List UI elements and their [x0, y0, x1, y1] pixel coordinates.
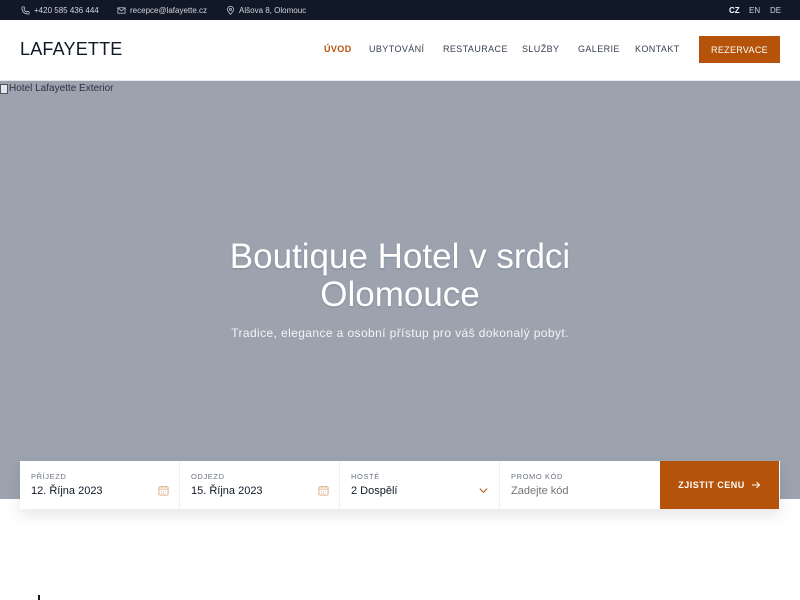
booking-bar: PŘÍJEZD 12. Října 2023 ODJEZD 15. Října …	[20, 461, 780, 509]
top-info-bar: +420 585 436 444 recepce@lafayette.cz Al…	[0, 0, 800, 20]
mail-icon	[117, 6, 126, 14]
departure-label: ODJEZD	[191, 472, 225, 481]
nav-ubytovani[interactable]: UBYTOVÁNÍ	[369, 44, 424, 54]
lang-en[interactable]: EN	[749, 0, 760, 20]
promo-code-input[interactable]	[511, 485, 641, 497]
guests-label: HOSTÉ	[351, 472, 380, 481]
nav-uvod[interactable]: ÚVOD	[324, 44, 352, 54]
email-address: recepce@lafayette.cz	[130, 5, 208, 15]
phone-contact[interactable]: +420 585 436 444	[21, 0, 99, 20]
hero-subtitle: Tradice, elegance a osobní přístup pro v…	[231, 326, 569, 340]
departure-date-field[interactable]: ODJEZD 15. Října 2023	[180, 461, 340, 509]
guests-select[interactable]: HOSTÉ 2 Dospělí	[340, 461, 500, 509]
map-pin-icon	[226, 5, 235, 15]
nav-kontakt[interactable]: KONTAKT	[635, 44, 680, 54]
lang-de[interactable]: DE	[770, 0, 781, 20]
hero-image-alt-text: Hotel Lafayette Exterior	[9, 83, 114, 94]
address-text: Alšova 8, Olomouc	[239, 5, 307, 15]
nav-sluzby[interactable]: SLUŽBY	[522, 44, 559, 54]
calendar-icon[interactable]	[158, 485, 169, 496]
arrival-value: 12. Října 2023	[31, 485, 103, 497]
phone-number: +420 585 436 444	[34, 5, 99, 15]
promo-label: PROMO KÓD	[511, 472, 564, 481]
calendar-icon[interactable]	[318, 485, 329, 496]
guests-value: 2 Dospělí	[351, 485, 398, 497]
nav-galerie[interactable]: GALERIE	[578, 44, 620, 54]
site-header: LAFAYETTE ÚVOD UBYTOVÁNÍ RESTAURACE SLUŽ…	[0, 20, 800, 81]
lang-cz[interactable]: CZ	[729, 0, 740, 20]
arrival-date-field[interactable]: PŘÍJEZD 12. Října 2023	[20, 461, 180, 509]
hero-section: Hotel Lafayette Exterior Boutique Hotel …	[0, 81, 800, 499]
hero-image-broken: Hotel Lafayette Exterior	[0, 83, 114, 94]
hero-title: Boutique Hotel v srdci Olomouce	[100, 238, 700, 314]
reservation-button[interactable]: REZERVACE	[699, 36, 780, 63]
phone-icon	[21, 6, 30, 14]
broken-image-icon	[0, 83, 8, 94]
promo-code-field[interactable]: PROMO KÓD	[500, 461, 660, 509]
check-price-button[interactable]: ZJISTIT CENU	[660, 461, 779, 509]
address-contact[interactable]: Alšova 8, Olomouc	[226, 0, 306, 20]
site-logo[interactable]: LAFAYETTE	[20, 39, 123, 60]
hero-title-line-2: Olomouce	[320, 275, 480, 314]
content-heading-fragment	[38, 595, 40, 600]
check-price-label: ZJISTIT CENU	[678, 480, 745, 490]
chevron-down-icon[interactable]	[478, 485, 489, 496]
arrow-right-icon	[751, 481, 760, 489]
hero-title-line-1: Boutique Hotel v srdci	[229, 237, 571, 276]
nav-restaurace[interactable]: RESTAURACE	[443, 44, 508, 54]
arrival-label: PŘÍJEZD	[31, 472, 67, 481]
email-contact[interactable]: recepce@lafayette.cz	[117, 0, 207, 20]
departure-value: 15. Října 2023	[191, 485, 263, 497]
